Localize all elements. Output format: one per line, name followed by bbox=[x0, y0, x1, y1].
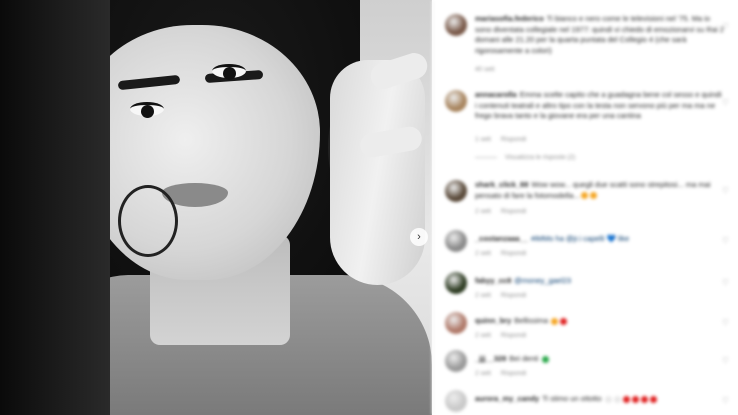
comment-item: aurora_my_candy Ti stimo un ottotto ♡ bbox=[433, 390, 738, 415]
comment-body: #iMMo ha @jr.i capelli 💙 like bbox=[530, 234, 630, 243]
avatar[interactable] bbox=[445, 350, 467, 372]
photo-hand bbox=[330, 60, 425, 285]
like-heart-icon[interactable]: ♡ bbox=[722, 356, 729, 365]
comment-body: Bei denti bbox=[509, 354, 539, 363]
comment-username[interactable]: _jjj__328 bbox=[475, 354, 506, 363]
comment-item: annacarolla Emma scelte capito che a guad… bbox=[433, 88, 738, 170]
view-replies-link[interactable]: Visualizza le risposte (2) bbox=[475, 154, 575, 161]
photo-eye-left bbox=[130, 102, 164, 118]
reply-link[interactable]: Rispondi bbox=[501, 370, 526, 377]
comment-body: @money_gael23 bbox=[514, 276, 572, 285]
comment-username[interactable]: fabyy_cc8 bbox=[475, 276, 511, 285]
avatar[interactable] bbox=[445, 14, 467, 36]
emoji-icon bbox=[640, 395, 648, 403]
emoji-icon bbox=[622, 395, 630, 403]
comment-item: shark_click_88 Wow wow... quegli due scat… bbox=[433, 178, 738, 218]
comment-text: mariasofia.federico Ti bianco e nero come… bbox=[475, 14, 725, 56]
comment-body: Ti stimo un ottotto bbox=[542, 394, 602, 403]
emoji-icon bbox=[580, 192, 588, 200]
emoji-icon bbox=[631, 395, 639, 403]
comment-body: Bellissima bbox=[514, 316, 549, 325]
comment-time[interactable]: 2 sett bbox=[475, 370, 491, 377]
like-heart-icon[interactable]: ♡ bbox=[722, 236, 729, 245]
comment-text: aurora_my_candy Ti stimo un ottotto bbox=[475, 394, 725, 405]
comment-meta: 2 sett Rispondi bbox=[475, 332, 536, 339]
comment-text: fabyy_cc8 @money_gael23 bbox=[475, 276, 725, 287]
comment-time[interactable]: 40 sett bbox=[475, 66, 495, 73]
photo-eye-right bbox=[212, 64, 246, 80]
comment-time[interactable]: 1 sett bbox=[475, 136, 491, 143]
emoji-icon bbox=[649, 395, 657, 403]
post-photo[interactable]: › bbox=[0, 0, 432, 415]
like-heart-icon[interactable]: ♡ bbox=[722, 98, 729, 107]
comment-time[interactable]: 2 sett bbox=[475, 208, 491, 215]
comment-username[interactable]: mariasofia.federico bbox=[475, 14, 544, 23]
emoji-icon bbox=[604, 395, 612, 403]
comment-time[interactable]: 2 sett bbox=[475, 250, 491, 257]
comment-item: mariasofia.federico Ti bianco e nero come… bbox=[433, 12, 738, 82]
comments-panel: mariasofia.federico Ti bianco e nero come… bbox=[432, 0, 738, 415]
comment-item: quinn_bry Bellissima 2 sett Rispondi ♡ bbox=[433, 312, 738, 346]
photo-earring-left bbox=[118, 185, 178, 257]
next-photo-button[interactable]: › bbox=[410, 228, 428, 246]
reply-link[interactable]: Rispondi bbox=[501, 332, 526, 339]
comment-meta: 2 sett Rispondi bbox=[475, 292, 536, 299]
avatar[interactable] bbox=[445, 390, 467, 412]
comment-item: _costanzaaa__ #iMMo ha @jr.i capelli 💙 li… bbox=[433, 230, 738, 264]
reply-link[interactable]: Rispondi bbox=[501, 136, 526, 143]
reply-link[interactable]: Rispondi bbox=[501, 292, 526, 299]
comment-username[interactable]: annacarolla bbox=[475, 90, 517, 99]
like-heart-icon[interactable]: ♡ bbox=[722, 22, 729, 31]
emoji-icon bbox=[589, 192, 597, 200]
avatar[interactable] bbox=[445, 180, 467, 202]
comment-item: _jjj__328 Bei denti 2 sett Rispondi ♡ bbox=[433, 350, 738, 384]
like-heart-icon[interactable]: ♡ bbox=[722, 186, 729, 195]
photo-hair-strand bbox=[0, 0, 110, 415]
avatar[interactable] bbox=[445, 272, 467, 294]
emoji-icon bbox=[560, 317, 568, 325]
comment-username[interactable]: quinn_bry bbox=[475, 316, 511, 325]
comment-text: _jjj__328 Bei denti bbox=[475, 354, 725, 365]
comment-meta: 2 sett Rispondi bbox=[475, 250, 536, 257]
reply-link[interactable]: Rispondi bbox=[501, 208, 526, 215]
reply-link[interactable]: Rispondi bbox=[501, 250, 526, 257]
comment-item: fabyy_cc8 @money_gael23 2 sett Rispondi ♡ bbox=[433, 272, 738, 306]
comment-time[interactable]: 2 sett bbox=[475, 332, 491, 339]
emoji-icon bbox=[541, 355, 549, 363]
like-heart-icon[interactable]: ♡ bbox=[722, 396, 729, 405]
comment-text: annacarolla Emma scelte capito che a guad… bbox=[475, 90, 725, 122]
emoji-icon bbox=[551, 317, 559, 325]
emoji-icon bbox=[613, 395, 621, 403]
comment-meta: 40 sett bbox=[475, 66, 505, 73]
avatar[interactable] bbox=[445, 312, 467, 334]
comment-time[interactable]: 2 sett bbox=[475, 292, 491, 299]
comment-meta: 1 sett Rispondi bbox=[475, 136, 536, 143]
avatar[interactable] bbox=[445, 230, 467, 252]
like-heart-icon[interactable]: ♡ bbox=[722, 278, 729, 287]
comment-text: _costanzaaa__ #iMMo ha @jr.i capelli 💙 li… bbox=[475, 234, 725, 245]
comment-username[interactable]: _costanzaaa__ bbox=[475, 234, 528, 243]
comment-text: quinn_bry Bellissima bbox=[475, 316, 725, 327]
comment-meta: 2 sett Rispondi bbox=[475, 370, 536, 377]
avatar[interactable] bbox=[445, 90, 467, 112]
comment-username[interactable]: shark_click_88 bbox=[475, 180, 528, 189]
comment-meta: 2 sett Rispondi bbox=[475, 208, 536, 215]
comment-username[interactable]: aurora_my_candy bbox=[475, 394, 539, 403]
comment-text: shark_click_88 Wow wow... quegli due scat… bbox=[475, 180, 725, 201]
like-heart-icon[interactable]: ♡ bbox=[722, 318, 729, 327]
